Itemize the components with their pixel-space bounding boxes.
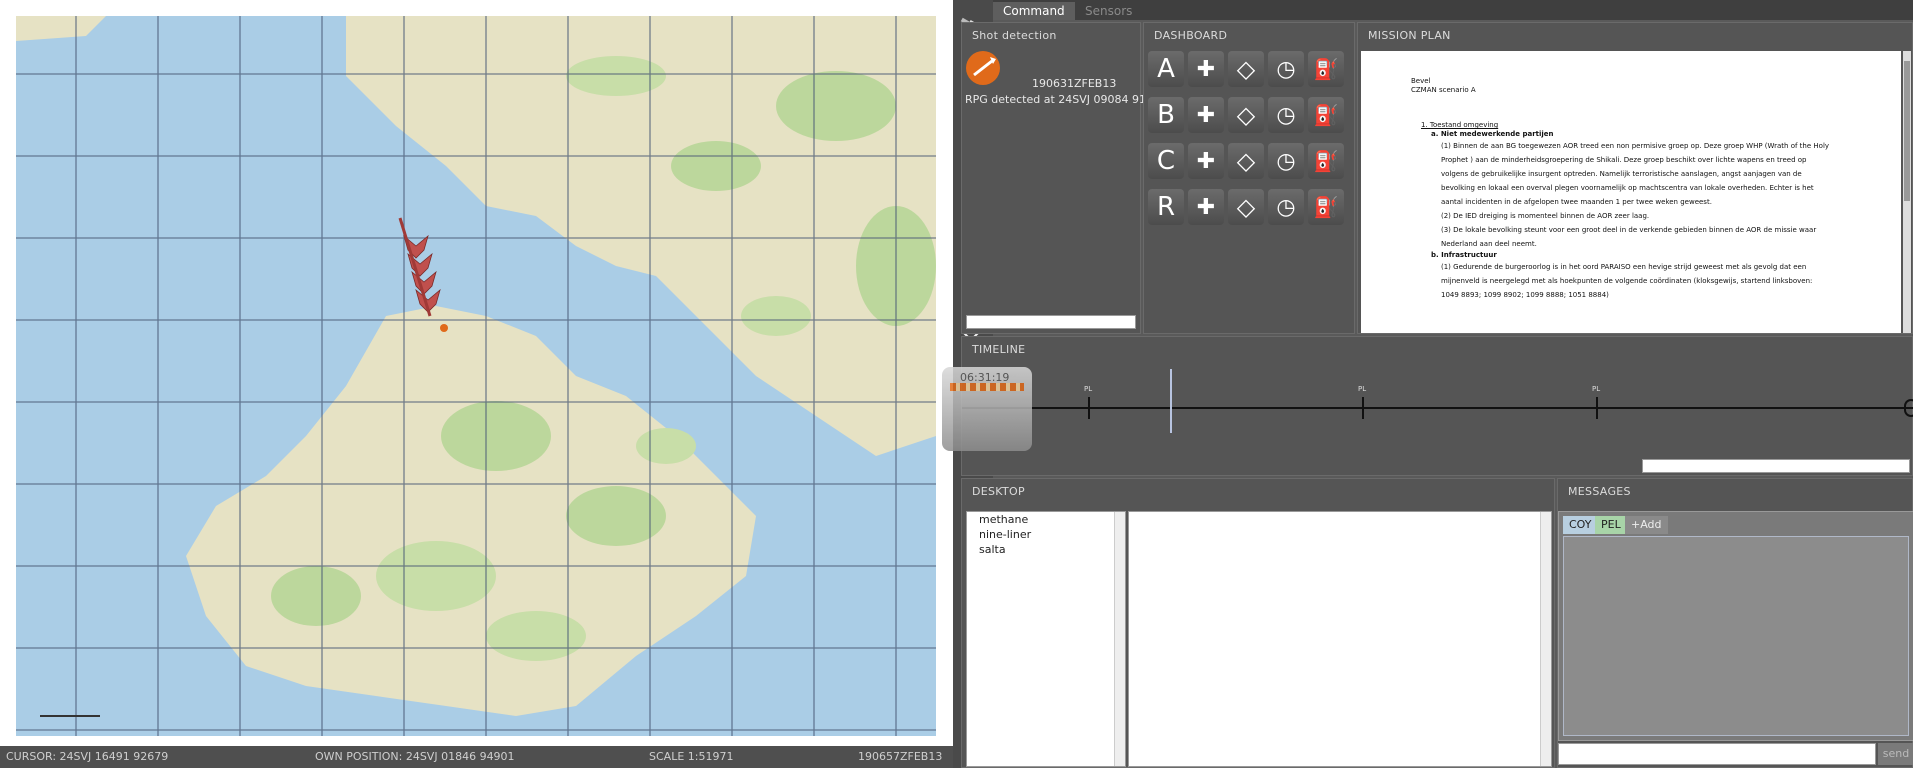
- medic-cross-icon[interactable]: ✚: [1188, 97, 1224, 133]
- doc-paragraph: (3) De lokale bevolking steunt voor een …: [1441, 226, 1817, 248]
- rpg-marker-icon[interactable]: [440, 324, 448, 332]
- phase-line-label: PL: [1084, 385, 1093, 393]
- detection-message: RPG detected at 24SVJ 09084 91668: [965, 93, 1168, 106]
- timeline-tick: [1362, 397, 1364, 419]
- map-view[interactable]: [16, 16, 936, 736]
- diamond-icon[interactable]: ◇: [1228, 97, 1264, 133]
- cursor-coordinates: CURSOR: 24SVJ 16491 92679: [6, 750, 169, 763]
- panel-title: DASHBOARD: [1154, 29, 1228, 42]
- status-bar: CURSOR: 24SVJ 16491 92679 OWN POSITION: …: [0, 746, 953, 768]
- rpg-alert-icon[interactable]: [966, 51, 1000, 85]
- medic-cross-icon[interactable]: ✚: [1188, 189, 1224, 225]
- mission-plan-scrollbar[interactable]: [1903, 51, 1911, 333]
- doc-section-title: 1. Toestand omgeving: [1421, 121, 1499, 129]
- list-item[interactable]: nine-liner: [967, 527, 1111, 542]
- panel-title: MISSION PLAN: [1368, 29, 1451, 42]
- medic-cross-icon[interactable]: ✚: [1188, 51, 1224, 87]
- clock-icon[interactable]: ◷: [1268, 143, 1304, 179]
- timeline-tick: [1596, 397, 1598, 419]
- mission-plan-panel: MISSION PLAN Bevel CZMAN scenario A 1. T…: [1357, 22, 1913, 334]
- file-list-scrollbar[interactable]: [1114, 512, 1125, 766]
- doc-subsection-title: b. Infrastructuur: [1431, 251, 1497, 259]
- diamond-icon[interactable]: ◇: [1228, 51, 1264, 87]
- rpg-event-markers[interactable]: [950, 383, 1024, 391]
- desktop-preview-area[interactable]: [1128, 511, 1552, 767]
- phase-line-label: PL: [1592, 385, 1601, 393]
- list-item[interactable]: methane: [967, 512, 1111, 527]
- timeline-end-marker: [1904, 399, 1913, 417]
- tab-command[interactable]: Command: [993, 2, 1075, 20]
- own-position: OWN POSITION: 24SVJ 01846 94901: [315, 750, 515, 763]
- panel-title: MESSAGES: [1568, 485, 1631, 498]
- tab-sensors[interactable]: Sensors: [1075, 2, 1142, 20]
- add-tab-button[interactable]: +Add: [1625, 516, 1668, 534]
- timeline-axis: [962, 407, 1913, 409]
- timeline-tick: [1088, 397, 1090, 419]
- current-time: 190657ZFEB13: [858, 750, 943, 763]
- doc-paragraph: (1) Binnen de aan BG toegewezen AOR tree…: [1441, 142, 1830, 206]
- tab-bar: Command Sensors: [993, 0, 1913, 20]
- message-thread: [1563, 536, 1909, 736]
- panel-title: Shot detection: [972, 29, 1057, 42]
- desktop-file-list[interactable]: methane nine-liner salta: [966, 511, 1126, 767]
- desktop-panel: DESKTOP methane nine-liner salta: [961, 478, 1555, 768]
- timeline-input[interactable]: [1642, 459, 1910, 473]
- send-button[interactable]: send: [1878, 743, 1913, 765]
- panel-title: DESKTOP: [972, 485, 1025, 498]
- map-scale: SCALE 1:51971: [649, 750, 734, 763]
- unit-r-button[interactable]: R: [1148, 189, 1184, 225]
- list-item[interactable]: salta: [967, 542, 1111, 557]
- fuel-icon[interactable]: ⛽: [1308, 189, 1344, 225]
- doc-subheading: CZMAN scenario A: [1411, 86, 1476, 94]
- doc-paragraph: (2) De IED dreiging is momenteel binnen …: [1441, 212, 1650, 220]
- doc-subsection-title: a. Niet medewerkende partijen: [1431, 130, 1554, 138]
- shot-detection-panel: Shot detection 190631ZFEB13 RPG detected…: [961, 22, 1167, 334]
- doc-paragraph: (1) Gedurende de burgeroorlog is in het …: [1441, 263, 1813, 299]
- diamond-icon[interactable]: ◇: [1228, 143, 1264, 179]
- unit-b-button[interactable]: B: [1148, 97, 1184, 133]
- tab-coy[interactable]: COY: [1563, 516, 1598, 534]
- clock-icon[interactable]: ◷: [1268, 97, 1304, 133]
- fuel-icon[interactable]: ⛽: [1308, 97, 1344, 133]
- message-input[interactable]: [1558, 743, 1876, 765]
- timeline-event-card[interactable]: 06:31:19: [942, 367, 1032, 451]
- preview-scrollbar[interactable]: [1540, 512, 1551, 766]
- clock-icon[interactable]: ◷: [1268, 51, 1304, 87]
- phase-line-label: PL: [1358, 385, 1367, 393]
- rpg-direction-arrow[interactable]: [396, 216, 446, 326]
- fuel-icon[interactable]: ⛽: [1308, 143, 1344, 179]
- panel-title: TIMELINE: [972, 343, 1026, 356]
- medic-cross-icon[interactable]: ✚: [1188, 143, 1224, 179]
- diamond-icon[interactable]: ◇: [1228, 189, 1264, 225]
- timeline-current-marker[interactable]: [1170, 369, 1172, 433]
- dashboard-panel: DASHBOARD A ✚ ◇ ◷ ⛽ B ✚ ◇ ◷ ⛽ C ✚ ◇ ◷ ⛽ …: [1143, 22, 1355, 334]
- fuel-icon[interactable]: ⛽: [1308, 51, 1344, 87]
- clock-icon[interactable]: ◷: [1268, 189, 1304, 225]
- messages-panel: MESSAGES COY PEL +Add send: [1557, 478, 1913, 768]
- tab-pel[interactable]: PEL: [1595, 516, 1627, 534]
- doc-heading: Bevel: [1411, 77, 1431, 85]
- detection-time: 190631ZFEB13: [1032, 77, 1117, 90]
- map-canvas[interactable]: [16, 16, 936, 736]
- shot-detection-input[interactable]: [966, 315, 1136, 329]
- mission-plan-document[interactable]: Bevel CZMAN scenario A 1. Toestand omgev…: [1361, 51, 1901, 333]
- unit-c-button[interactable]: C: [1148, 143, 1184, 179]
- timeline-panel: TIMELINE PL PL PL 06:31:19: [942, 336, 1913, 476]
- unit-a-button[interactable]: A: [1148, 51, 1184, 87]
- messages-container: COY PEL +Add: [1558, 511, 1913, 741]
